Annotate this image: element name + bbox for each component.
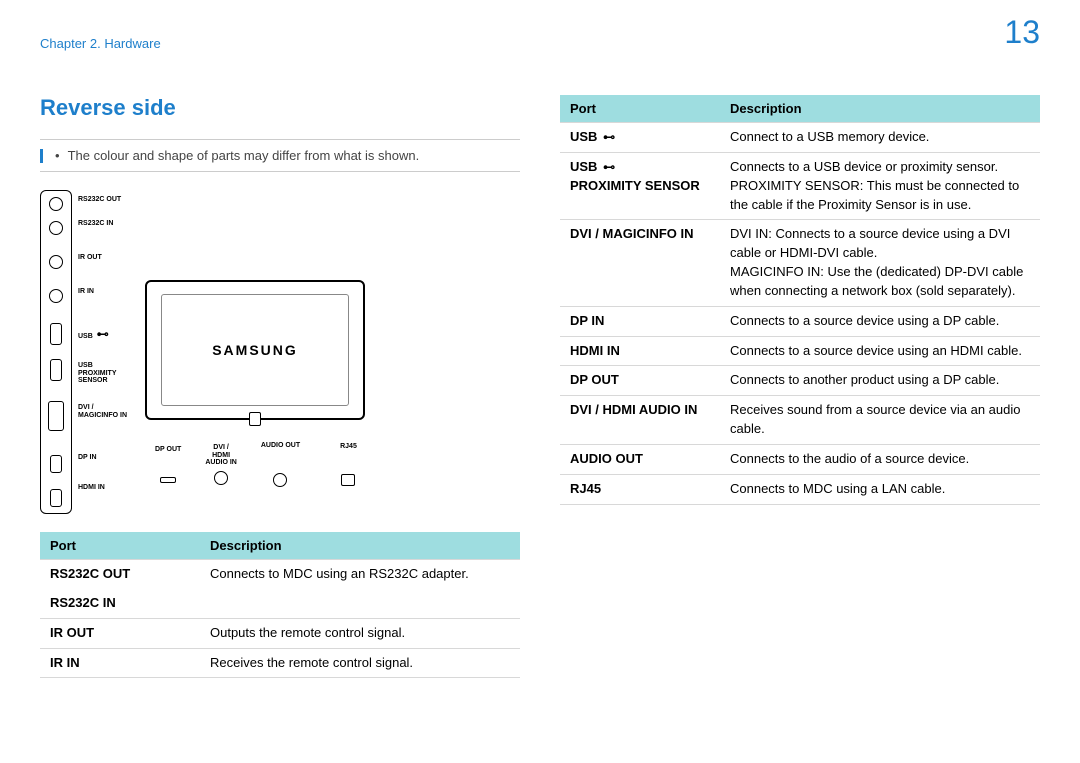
port-cell: RS232C IN bbox=[40, 589, 200, 618]
port-circle-icon bbox=[49, 289, 63, 303]
desc-cell bbox=[200, 589, 520, 618]
note-callout: • The colour and shape of parts may diff… bbox=[40, 139, 520, 172]
port-label: DVI / MAGICINFO IN bbox=[78, 404, 127, 454]
table-row: RS232C IN bbox=[40, 589, 520, 618]
page-header: Chapter 2. Hardware 13 bbox=[0, 0, 1080, 55]
content-area: Reverse side • The colour and shape of p… bbox=[0, 55, 1080, 678]
desc-cell: Connects to the audio of a source device… bbox=[720, 444, 1040, 474]
port-dp-out: DP OUT bbox=[155, 446, 181, 483]
vertical-port-stack bbox=[40, 190, 72, 514]
desc-cell: Receives the remote control signal. bbox=[200, 648, 520, 678]
desc-cell: DVI IN: Connects to a source device usin… bbox=[720, 220, 1040, 306]
chapter-label: Chapter 2. Hardware bbox=[40, 0, 161, 51]
monitor-body: SAMSUNG bbox=[145, 280, 365, 420]
col-description: Description bbox=[200, 532, 520, 560]
monitor-diagram: SAMSUNG DP OUT DVI / HDMI AUDIO IN AUDIO… bbox=[145, 280, 375, 487]
desc-cell: Receives sound from a source device via … bbox=[720, 396, 1040, 445]
table-row: IR IN Receives the remote control signal… bbox=[40, 648, 520, 678]
usb-icon: ⊷ bbox=[97, 328, 109, 341]
desc-cell: Outputs the remote control signal. bbox=[200, 618, 520, 648]
port-label: DP IN bbox=[78, 454, 127, 484]
right-column: Port Description USB ⊷ Connect to a USB … bbox=[560, 95, 1040, 678]
col-port: Port bbox=[560, 95, 720, 123]
bullet-icon: • bbox=[55, 148, 60, 163]
port-shape-icon bbox=[160, 477, 176, 483]
port-cell: IR OUT bbox=[40, 618, 200, 648]
note-text: The colour and shape of parts may differ… bbox=[68, 148, 420, 163]
port-cell: IR IN bbox=[40, 648, 200, 678]
table-row: AUDIO OUT Connects to the audio of a sou… bbox=[560, 444, 1040, 474]
port-circle-icon bbox=[49, 255, 63, 269]
port-label: IR OUT bbox=[78, 254, 127, 288]
port-label: RS232C OUT bbox=[78, 196, 127, 220]
diagram: RS232C OUT RS232C IN IR OUT IR IN USB ⊷ … bbox=[40, 190, 520, 514]
port-dvi-icon bbox=[48, 401, 64, 431]
port-table-left: Port Description RS232C OUT Connects to … bbox=[40, 532, 520, 678]
port-hdmi-icon bbox=[50, 489, 62, 507]
page-number: 13 bbox=[1004, 0, 1040, 51]
col-description: Description bbox=[720, 95, 1040, 123]
table-header-row: Port Description bbox=[40, 532, 520, 560]
port-dp-icon bbox=[50, 455, 62, 473]
port-cell: RS232C OUT bbox=[40, 560, 200, 589]
port-circle-icon bbox=[49, 197, 63, 211]
port-label: USB ⊷ bbox=[78, 328, 127, 362]
port-circle-icon bbox=[273, 473, 287, 487]
port-label: HDMI IN bbox=[78, 484, 127, 492]
table-row: DVI / MAGICINFO IN DVI IN: Connects to a… bbox=[560, 220, 1040, 306]
port-cell: DVI / MAGICINFO IN bbox=[560, 220, 720, 306]
port-audio-out: AUDIO OUT bbox=[261, 442, 300, 487]
monitor-stand-icon bbox=[249, 412, 261, 426]
port-circle-icon bbox=[49, 221, 63, 235]
port-dvi-hdmi-audio-in: DVI / HDMI AUDIO IN bbox=[205, 444, 237, 485]
desc-cell: Connects to another product using a DP c… bbox=[720, 366, 1040, 396]
desc-cell: Connects to a source device using a DP c… bbox=[720, 306, 1040, 336]
table-row: HDMI IN Connects to a source device usin… bbox=[560, 336, 1040, 366]
col-port: Port bbox=[40, 532, 200, 560]
table-row: DP IN Connects to a source device using … bbox=[560, 306, 1040, 336]
table-row: DP OUT Connects to another product using… bbox=[560, 366, 1040, 396]
port-label: USB PROXIMITY SENSOR bbox=[78, 362, 127, 404]
table-row: USB ⊷PROXIMITY SENSOR Connects to a USB … bbox=[560, 152, 1040, 220]
vertical-port-labels: RS232C OUT RS232C IN IR OUT IR IN USB ⊷ … bbox=[78, 190, 127, 514]
usb-icon: ⊷ bbox=[603, 159, 615, 176]
port-table-right: Port Description USB ⊷ Connect to a USB … bbox=[560, 95, 1040, 505]
monitor-inner bbox=[161, 294, 349, 406]
port-rj45-icon bbox=[341, 474, 355, 486]
section-title: Reverse side bbox=[40, 95, 520, 121]
desc-cell: Connect to a USB memory device. bbox=[720, 123, 1040, 153]
table-header-row: Port Description bbox=[560, 95, 1040, 123]
port-usb-icon bbox=[50, 359, 62, 381]
port-cell: DP IN bbox=[560, 306, 720, 336]
table-row: DVI / HDMI AUDIO IN Receives sound from … bbox=[560, 396, 1040, 445]
port-cell: USB ⊷ bbox=[560, 123, 720, 153]
note-bar-icon bbox=[40, 149, 43, 163]
desc-cell: Connects to a USB device or proximity se… bbox=[720, 152, 1040, 220]
port-cell: DVI / HDMI AUDIO IN bbox=[560, 396, 720, 445]
left-column: Reverse side • The colour and shape of p… bbox=[40, 95, 520, 678]
port-cell: AUDIO OUT bbox=[560, 444, 720, 474]
table-row: IR OUT Outputs the remote control signal… bbox=[40, 618, 520, 648]
desc-cell: Connects to MDC using a LAN cable. bbox=[720, 474, 1040, 504]
port-cell: USB ⊷PROXIMITY SENSOR bbox=[560, 152, 720, 220]
horizontal-port-row: DP OUT DVI / HDMI AUDIO IN AUDIO OUT RJ4… bbox=[155, 442, 375, 487]
port-circle-icon bbox=[214, 471, 228, 485]
port-label: RS232C IN bbox=[78, 220, 127, 254]
table-row: RS232C OUT Connects to MDC using an RS23… bbox=[40, 560, 520, 589]
port-cell: RJ45 bbox=[560, 474, 720, 504]
port-label: IR IN bbox=[78, 288, 127, 328]
port-cell: HDMI IN bbox=[560, 336, 720, 366]
port-usb-icon bbox=[50, 323, 62, 345]
usb-icon: ⊷ bbox=[603, 129, 615, 146]
port-rj45: RJ45 bbox=[340, 443, 357, 486]
table-row: USB ⊷ Connect to a USB memory device. bbox=[560, 123, 1040, 153]
port-cell: DP OUT bbox=[560, 366, 720, 396]
desc-cell: Connects to a source device using an HDM… bbox=[720, 336, 1040, 366]
desc-cell: Connects to MDC using an RS232C adapter. bbox=[200, 560, 520, 589]
table-row: RJ45 Connects to MDC using a LAN cable. bbox=[560, 474, 1040, 504]
